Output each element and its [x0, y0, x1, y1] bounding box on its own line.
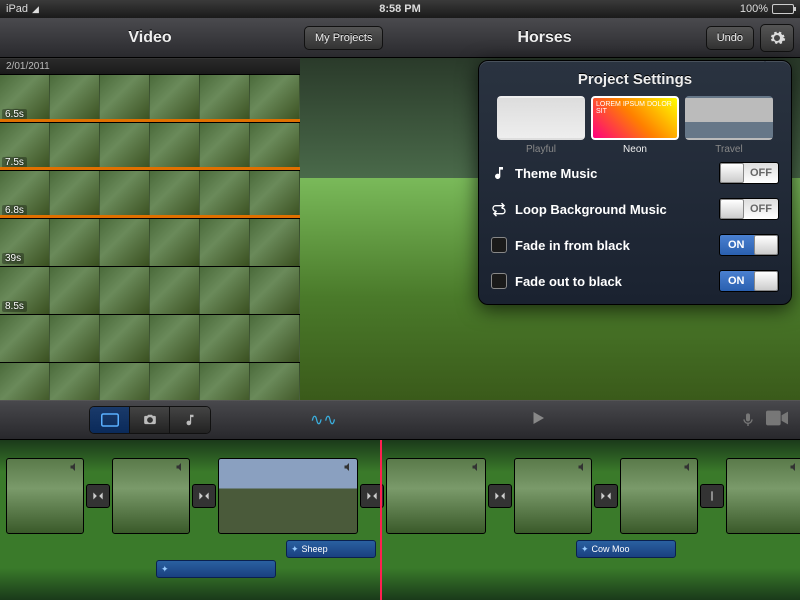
settings-button[interactable] [760, 24, 794, 52]
setting-label: Loop Background Music [515, 202, 719, 217]
clip-audio-icon [69, 461, 81, 473]
music-icon [183, 413, 197, 427]
audio-clip[interactable]: ✦ [156, 560, 276, 578]
clip-library[interactable]: 2/01/2011 6.5s 7.5s 6.8s 39s 8.5s [0, 58, 300, 400]
theme-picker: Playful LOREM IPSUM DOLOR SIT Neon Trave… [479, 96, 791, 155]
transition-icon[interactable] [700, 484, 724, 508]
audio-tab[interactable] [170, 407, 210, 433]
theme-neon[interactable]: LOREM IPSUM DOLOR SIT Neon [591, 96, 679, 155]
fade-out-toggle[interactable]: ON [719, 270, 779, 292]
status-bar: iPad 8:58 PM 100% [0, 0, 800, 18]
timeline-clip[interactable] [726, 458, 800, 534]
transition-icon[interactable] [594, 484, 618, 508]
clip-row[interactable]: 39s [0, 219, 300, 267]
clip-audio-icon [343, 461, 355, 473]
undo-button[interactable]: Undo [706, 26, 754, 50]
loop-bg-toggle[interactable]: OFF [719, 198, 779, 220]
playhead[interactable] [380, 440, 382, 600]
checkbox-icon[interactable] [491, 273, 507, 289]
photo-tab[interactable] [130, 407, 170, 433]
setting-fade-in: Fade in from black ON [479, 227, 791, 263]
timeline[interactable]: ✦Sheep ✦ ✦Cow Moo [0, 440, 800, 600]
theme-playful[interactable]: Playful [497, 96, 585, 155]
setting-label: Fade out to black [515, 274, 719, 289]
top-toolbar: Video My Projects Horses Undo [0, 18, 800, 58]
audio-track: ✦Sheep ✦ ✦Cow Moo [6, 540, 786, 580]
timeline-clip[interactable] [6, 458, 84, 534]
my-projects-button[interactable]: My Projects [304, 26, 383, 50]
project-settings-popover: Project Settings Playful LOREM IPSUM DOL… [478, 60, 792, 305]
clip-row[interactable] [0, 363, 300, 400]
setting-theme-music: Theme Music OFF [479, 155, 791, 191]
theme-music-toggle[interactable]: OFF [719, 162, 779, 184]
mid-toolbar: ∿∿ [0, 400, 800, 440]
wifi-icon [32, 3, 39, 15]
camera-icon [141, 413, 159, 427]
device-label: iPad [6, 3, 28, 15]
video-track [6, 458, 800, 534]
timeline-clip[interactable] [514, 458, 592, 534]
clip-audio-icon [175, 461, 187, 473]
clip-duration: 39s [2, 253, 24, 264]
transition-icon[interactable] [488, 484, 512, 508]
loop-icon [491, 201, 507, 217]
battery-icon [772, 4, 794, 14]
battery-percent: 100% [740, 3, 768, 15]
timeline-clip[interactable] [620, 458, 698, 534]
setting-label: Theme Music [515, 166, 719, 181]
timeline-clip[interactable] [112, 458, 190, 534]
checkbox-icon[interactable] [491, 237, 507, 253]
theme-travel[interactable]: Travel [685, 96, 773, 155]
record-camera-icon[interactable] [766, 410, 788, 426]
audio-clip[interactable]: ✦Cow Moo [576, 540, 676, 558]
clip-audio-icon [789, 461, 800, 473]
clip-audio-icon [577, 461, 589, 473]
clock: 8:58 PM [379, 3, 421, 15]
clip-audio-icon [683, 461, 695, 473]
setting-fade-out: Fade out to black ON [479, 263, 791, 304]
setting-loop-bg: Loop Background Music OFF [479, 191, 791, 227]
setting-label: Fade in from black [515, 238, 719, 253]
clip-date-header: 2/01/2011 [0, 58, 300, 75]
music-note-icon [491, 165, 507, 181]
timeline-clip[interactable] [218, 458, 358, 534]
media-type-segment [89, 406, 211, 434]
gear-icon [768, 29, 786, 47]
transition-icon[interactable] [192, 484, 216, 508]
clip-row[interactable]: 6.5s [0, 75, 300, 123]
clip-duration: 8.5s [2, 301, 27, 312]
video-tab[interactable] [90, 407, 130, 433]
clip-row[interactable]: 8.5s [0, 267, 300, 315]
play-button[interactable] [529, 409, 547, 432]
microphone-icon[interactable] [740, 410, 756, 430]
video-panel-title: Video [0, 29, 300, 47]
popover-title: Project Settings [479, 61, 791, 96]
clip-row[interactable]: 6.8s [0, 171, 300, 219]
fade-in-toggle[interactable]: ON [719, 234, 779, 256]
timeline-clip[interactable] [386, 458, 486, 534]
waveform-button[interactable]: ∿∿ [310, 410, 337, 430]
audio-clip[interactable]: ✦Sheep [286, 540, 376, 558]
project-title: Horses [383, 29, 705, 47]
clip-row[interactable]: 7.5s [0, 123, 300, 171]
clip-row[interactable] [0, 315, 300, 363]
transition-icon[interactable] [86, 484, 110, 508]
clip-audio-icon [471, 461, 483, 473]
